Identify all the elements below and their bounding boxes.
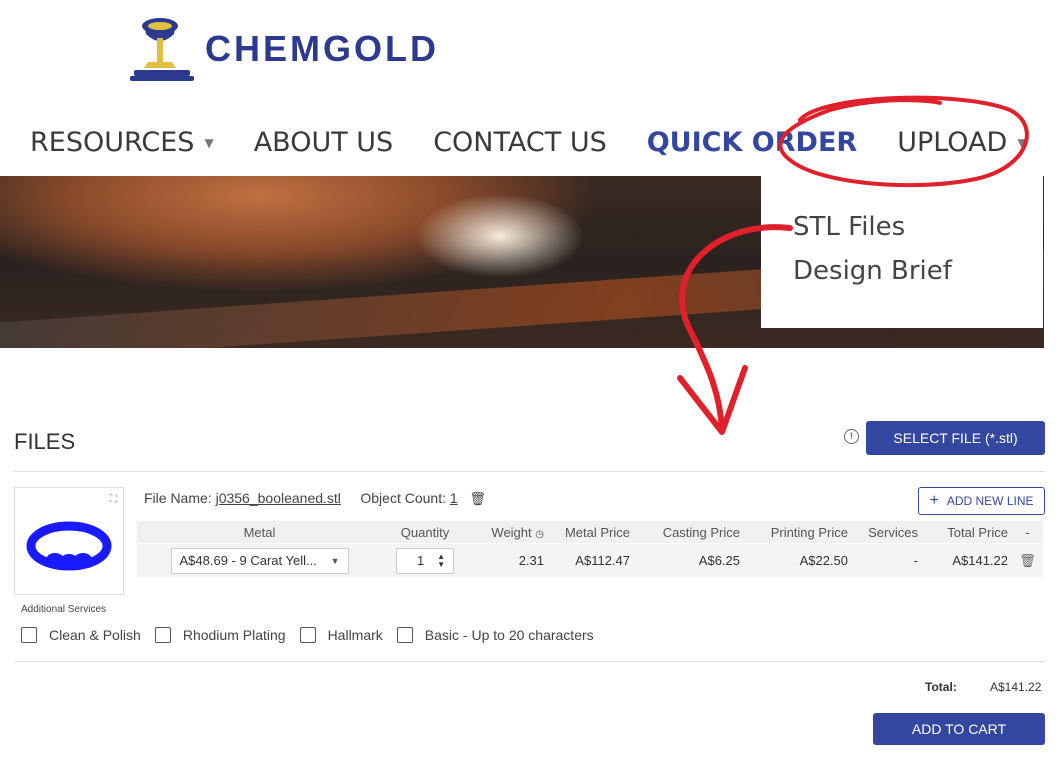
service-label: Basic - Up to 20 characters [424, 627, 594, 643]
nav-about-label: ABOUT US [253, 126, 394, 158]
menu-item-design-brief[interactable]: Design Brief [793, 256, 952, 286]
col-casting-price: Casting Price [662, 524, 740, 540]
col-actions: - [1025, 524, 1030, 540]
file-name-label: File Name: [144, 490, 212, 506]
nav-upload-label: UPLOAD [897, 126, 1008, 158]
col-weight-label: Weight [491, 524, 532, 540]
metal-cell: A$48.69 - 9 Carat Yell... ▼ [137, 547, 382, 574]
additional-services: Clean & Polish Rhodium Plating Hallmark … [21, 627, 608, 643]
metal-price-value: A$112.47 [575, 553, 630, 568]
service-label: Hallmark [327, 627, 383, 643]
nav-resources[interactable]: RESOURCES ▼ [30, 127, 214, 158]
col-quantity: Quantity [400, 524, 450, 540]
add-to-cart-button[interactable]: ADD TO CART [873, 713, 1045, 745]
service-clean-polish[interactable]: Clean & Polish [21, 627, 141, 643]
nav-about-us[interactable]: ABOUT US [254, 127, 394, 158]
metal-select[interactable]: A$48.69 - 9 Carat Yell... ▼ [170, 547, 349, 574]
add-new-line-button[interactable]: + ADD NEW LINE [918, 487, 1045, 515]
annotation-arrowhead [677, 365, 748, 435]
expand-icon[interactable]: ⛶ [110, 494, 117, 505]
printing-price-value: A$22.50 [799, 553, 848, 568]
nav-quick-order-label: QUICK ORDER [646, 126, 858, 158]
services-value: - [913, 553, 918, 568]
casting-price-value: A$6.25 [698, 553, 740, 568]
main-nav: RESOURCES ▼ ABOUT US CONTACT US QUICK ORD… [30, 122, 1063, 162]
nav-resources-label: RESOURCES [30, 126, 195, 158]
object-count-link[interactable]: 1 [450, 490, 458, 506]
upload-dropdown-menu: STL Files Design Brief [761, 176, 1043, 328]
divider [14, 471, 1045, 472]
service-label: Clean & Polish [49, 627, 141, 643]
clock-icon[interactable]: ◷ [535, 529, 544, 540]
brand-logo[interactable]: CHEMGOLD [130, 14, 490, 86]
file-name-link[interactable]: j0356_booleaned.stl [216, 490, 341, 506]
checkbox[interactable] [154, 627, 171, 643]
quantity-value: 1 [417, 553, 425, 568]
col-metal: Metal [243, 524, 276, 540]
dropdown-arrow-icon: ▼ [330, 555, 340, 566]
nav-quick-order[interactable]: QUICK ORDER [647, 127, 857, 158]
checkbox[interactable] [21, 627, 37, 643]
total-price-value: A$141.22 [952, 553, 1008, 568]
metal-select-value: A$48.69 - 9 Carat Yell... [179, 553, 317, 568]
nav-upload[interactable]: UPLOAD ▼ [897, 127, 1026, 158]
ring-model-preview [26, 521, 112, 571]
divider [14, 661, 1045, 662]
additional-services-label: Additional Services [21, 604, 107, 615]
annotation-overlay [677, 95, 1029, 435]
trash-icon[interactable]: 🗑 [1012, 553, 1043, 569]
caret-down-icon: ▼ [1017, 136, 1027, 150]
menu-item-stl-files[interactable]: STL Files [793, 212, 905, 242]
service-label: Rhodium Plating [182, 627, 286, 643]
col-weight: Weight ◷ [468, 525, 548, 540]
total-label: Total: [925, 680, 957, 694]
table-row: A$48.69 - 9 Carat Yell... ▼ 1 ▲ ▼ 2.31 A$… [137, 544, 1043, 577]
quantity-stepper[interactable]: 1 ▲ ▼ [396, 547, 454, 574]
brand-name: CHEMGOLD [205, 28, 439, 69]
checkbox[interactable] [396, 627, 413, 643]
files-heading: FILES [14, 429, 76, 454]
checkbox[interactable] [299, 627, 316, 643]
nav-contact-us[interactable]: CONTACT US [433, 127, 607, 158]
select-file-button[interactable]: SELECT FILE (*.stl) [866, 421, 1045, 455]
col-services: Services [868, 524, 918, 540]
file-info-row: File Name: j0356_booleaned.stl Object Co… [144, 490, 486, 507]
col-metal-price: Metal Price [564, 524, 630, 540]
col-printing-price: Printing Price [770, 524, 848, 540]
caret-down-icon: ▼ [204, 136, 214, 150]
model-thumbnail[interactable]: ⛶ [14, 487, 124, 595]
table-header: Metal Quantity Weight ◷ Metal Price Cast… [137, 521, 1043, 543]
add-new-line-label: ADD NEW LINE [946, 494, 1034, 508]
quantity-cell: 1 ▲ ▼ [382, 547, 468, 574]
service-hallmark[interactable]: Hallmark [299, 627, 383, 643]
crucible-pour-icon [130, 18, 194, 81]
weight-value: 2.31 [518, 553, 544, 568]
service-rhodium-plating[interactable]: Rhodium Plating [154, 627, 286, 643]
info-icon[interactable]: ! [844, 429, 859, 444]
nav-contact-label: CONTACT US [433, 126, 607, 158]
total-value: A$141.22 [990, 680, 1042, 694]
col-total-price: Total Price [947, 524, 1008, 540]
service-basic-engraving[interactable]: Basic - Up to 20 characters [396, 627, 594, 643]
stepper-arrows-icon[interactable]: ▲ ▼ [437, 552, 445, 569]
order-line-table: Metal Quantity Weight ◷ Metal Price Cast… [137, 521, 1043, 577]
plus-icon: + [929, 492, 939, 509]
trash-icon[interactable]: 🗑 [469, 491, 486, 506]
object-count-label: Object Count: [360, 490, 446, 506]
